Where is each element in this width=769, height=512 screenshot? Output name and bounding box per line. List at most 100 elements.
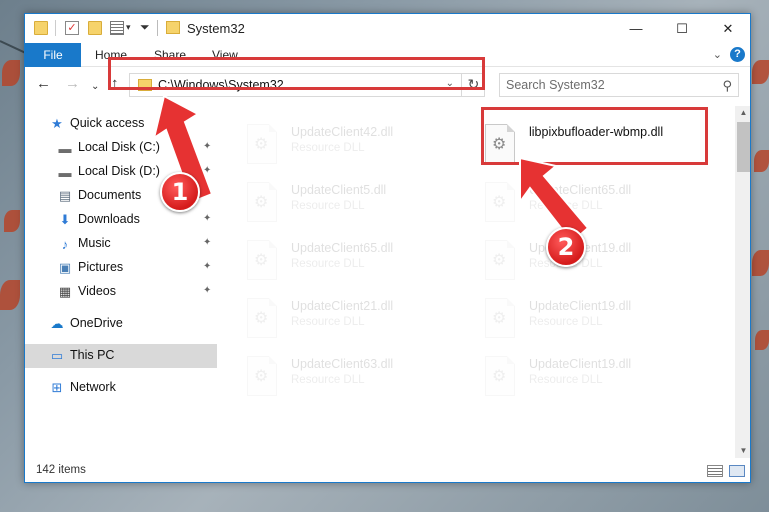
- sidebar-item-label: Local Disk (D:): [78, 164, 160, 178]
- maximize-button[interactable]: ☐: [659, 14, 705, 43]
- file-type: Resource DLL: [291, 142, 365, 154]
- minimize-button[interactable]: —: [613, 14, 659, 43]
- gear-icon: ⚙: [254, 368, 269, 385]
- pin-icon[interactable]: ✦: [203, 261, 211, 272]
- dll-file-icon: ⚙: [247, 298, 277, 338]
- dll-file-icon: ⚙: [247, 240, 277, 280]
- dll-file-icon: ⚙: [485, 182, 515, 222]
- folder-icon: [166, 21, 180, 34]
- computer-icon: ▭: [50, 348, 64, 363]
- file-type: Resource DLL: [529, 316, 603, 328]
- file-type: Resource DLL: [291, 316, 365, 328]
- pin-icon[interactable]: ✦: [203, 285, 211, 296]
- new-folder-icon[interactable]: [88, 21, 102, 35]
- step-badge-2: 2: [546, 227, 586, 267]
- leaf: [2, 60, 20, 86]
- sidebar-item-label: OneDrive: [70, 316, 123, 330]
- recent-locations-button[interactable]: ⌄: [91, 79, 99, 95]
- star-icon: ★: [51, 116, 63, 131]
- leaf: [752, 60, 769, 84]
- file-item[interactable]: ⚙ UpdateClient5.dll Resource DLL: [221, 178, 451, 230]
- window-title: System32: [187, 21, 245, 36]
- drive-icon: ▬: [58, 140, 72, 156]
- file-item[interactable]: ⚙ UpdateClient65.dll Resource DLL: [221, 236, 451, 288]
- file-name: UpdateClient63.dll: [291, 357, 394, 371]
- gear-icon: ⚙: [492, 310, 507, 327]
- dll-file-icon: ⚙: [247, 356, 277, 396]
- pictures-icon: ▣: [58, 260, 72, 275]
- gear-icon: ⚙: [492, 252, 507, 269]
- drive-icon: ▬: [58, 164, 72, 180]
- sidebar-item-label: Downloads: [78, 212, 140, 226]
- leaf: [4, 210, 20, 232]
- file-item[interactable]: ⚙ UpdateClient19.dll Resource DLL: [459, 352, 689, 404]
- pin-icon[interactable]: ✦: [203, 237, 211, 248]
- large-icons-view-icon[interactable]: [729, 465, 745, 477]
- file-item[interactable]: ⚙ UpdateClient19.dll Resource DLL: [459, 294, 689, 346]
- file-name: UpdateClient19.dll: [529, 357, 632, 371]
- customize-icon[interactable]: [110, 21, 124, 35]
- sidebar-item-label: Quick access: [70, 116, 145, 130]
- forward-button[interactable]: →: [65, 76, 80, 92]
- file-item[interactable]: ⚙ UpdateClient21.dll Resource DLL: [221, 294, 451, 346]
- file-name: UpdateClient42.dll: [291, 125, 394, 139]
- gear-icon: ⚙: [492, 368, 507, 385]
- scroll-up-arrow-icon[interactable]: ▲: [735, 106, 750, 120]
- sidebar-item[interactable]: ⊞ Network: [25, 376, 217, 400]
- caret-down-icon[interactable]: ▾: [126, 22, 131, 33]
- file-name: UpdateClient5.dll: [291, 183, 387, 197]
- film-icon: ▦: [58, 284, 72, 299]
- scroll-thumb[interactable]: [737, 122, 750, 172]
- step-badge-1: 1: [160, 172, 200, 212]
- sidebar-item-label: Documents: [78, 188, 142, 202]
- item-count: 142 items: [36, 464, 86, 476]
- leaf: [754, 150, 769, 172]
- search-icon[interactable]: ⚲: [722, 78, 732, 94]
- file-item[interactable]: ⚙ UpdateClient42.dll Resource DLL: [221, 120, 451, 172]
- file-name: UpdateClient19.dll: [529, 299, 632, 313]
- sidebar-item-label: This PC: [70, 348, 115, 362]
- dll-file-icon: ⚙: [485, 240, 515, 280]
- back-button[interactable]: ←: [36, 76, 51, 92]
- title-bar: ✓ ▾ ⏷ System32 — ☐ ✕: [25, 14, 750, 43]
- documents-icon: ▤: [58, 188, 72, 203]
- gear-icon: ⚙: [492, 194, 507, 211]
- divider: [157, 20, 158, 36]
- quick-access-toolbar-menu-icon[interactable]: ⏷: [140, 20, 150, 35]
- search-box[interactable]: ⚲: [499, 73, 739, 97]
- help-icon[interactable]: ?: [730, 47, 745, 62]
- search-input[interactable]: [506, 77, 706, 93]
- sidebar-item-label: Network: [70, 380, 116, 394]
- file-name: UpdateClient65.dll: [291, 241, 394, 255]
- dll-file-icon: ⚙: [485, 298, 515, 338]
- download-icon: ⬇: [59, 212, 71, 227]
- gear-icon: ⚙: [254, 194, 269, 211]
- sidebar-item-label: Local Disk (C:): [78, 140, 160, 154]
- file-highlight: [481, 107, 708, 165]
- sidebar-item[interactable]: ☁ OneDrive: [25, 312, 217, 336]
- leaf: [755, 330, 769, 350]
- file-type: Resource DLL: [291, 200, 365, 212]
- file-item[interactable]: ⚙ UpdateClient63.dll Resource DLL: [221, 352, 451, 404]
- gear-icon: ⚙: [254, 136, 269, 153]
- sidebar-item[interactable]: ▦ Videos ✦: [25, 280, 217, 304]
- close-button[interactable]: ✕: [705, 14, 750, 43]
- sidebar-item[interactable]: ▣ Pictures ✦: [25, 256, 217, 280]
- details-view-icon[interactable]: [707, 465, 723, 477]
- file-type: Resource DLL: [291, 374, 365, 386]
- ribbon-expand-icon[interactable]: ⌄: [713, 48, 722, 61]
- folder-icon[interactable]: [34, 21, 48, 35]
- scroll-down-arrow-icon[interactable]: ▼: [735, 444, 750, 458]
- sidebar-item[interactable]: ▭ This PC: [25, 344, 217, 368]
- gear-icon: ⚙: [254, 252, 269, 269]
- sidebar-item[interactable]: ♪ Music ✦: [25, 232, 217, 256]
- cloud-icon: ☁: [50, 316, 64, 331]
- vertical-scrollbar[interactable]: ▲ ▼: [735, 106, 750, 458]
- leaf: [752, 250, 769, 276]
- dll-file-icon: ⚙: [247, 182, 277, 222]
- divider: [55, 20, 56, 36]
- file-type: Resource DLL: [291, 258, 365, 270]
- leaf: [0, 280, 20, 310]
- properties-check-icon[interactable]: ✓: [65, 21, 79, 35]
- tab-file[interactable]: File: [25, 43, 81, 67]
